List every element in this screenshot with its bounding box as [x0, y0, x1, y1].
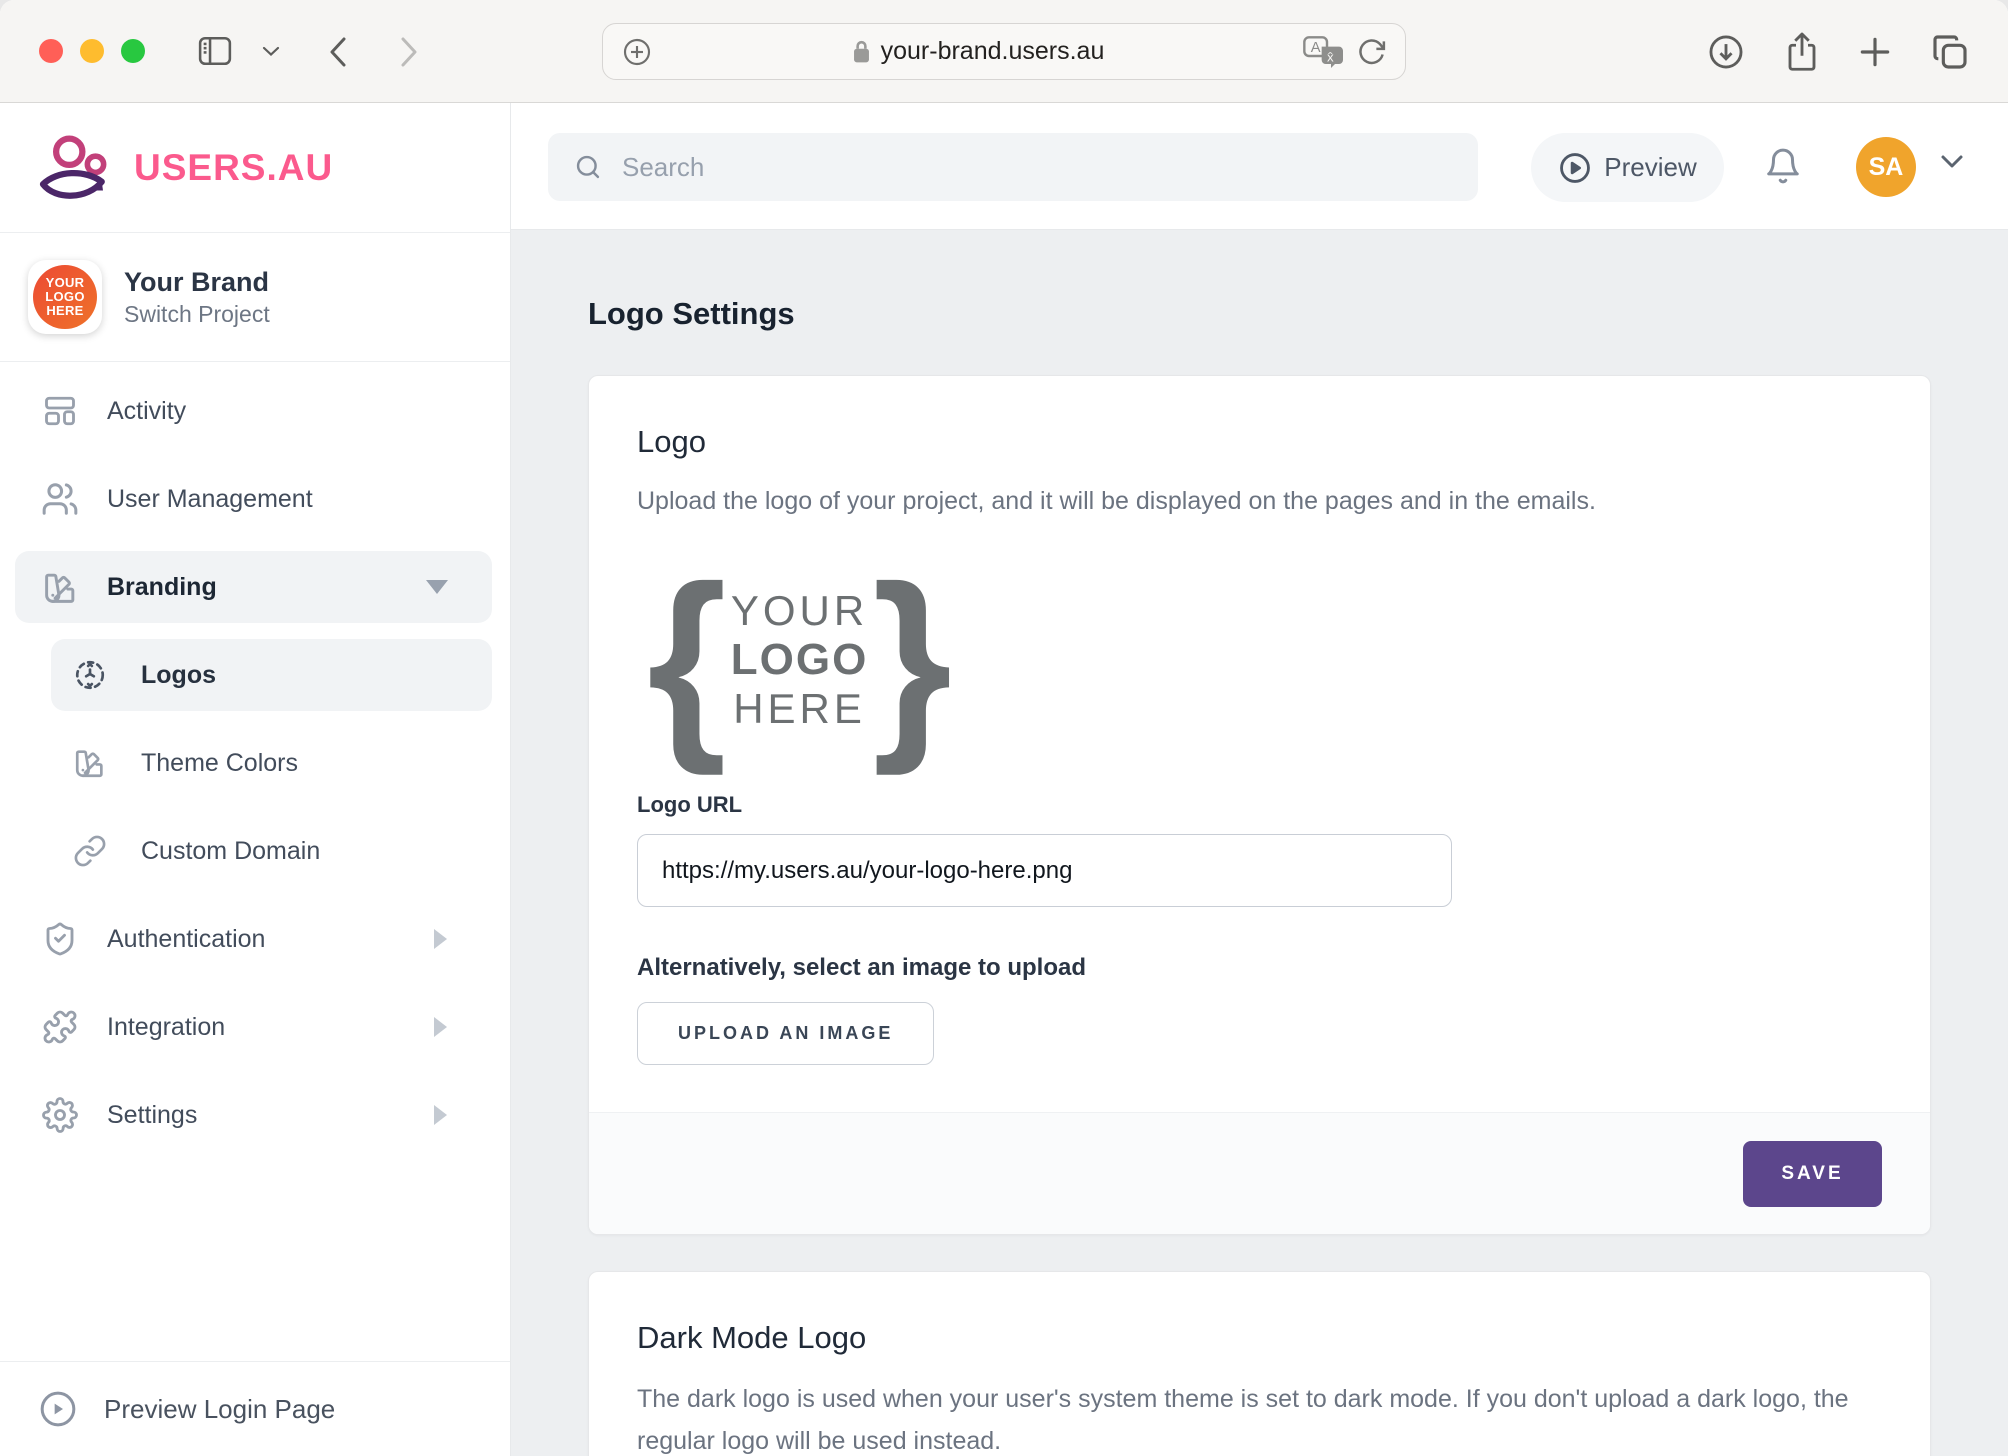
new-tab-icon[interactable] [1856, 33, 1894, 71]
plus-page-icon[interactable] [621, 36, 653, 68]
avatar[interactable]: SA [1856, 137, 1916, 197]
project-logo-badge: YOUR LOGO HERE [28, 260, 102, 334]
project-switcher[interactable]: YOUR LOGO HERE Your Brand Switch Project [0, 233, 510, 362]
search-input[interactable] [620, 151, 1452, 184]
puzzle-icon [38, 1009, 82, 1045]
back-button[interactable] [327, 35, 349, 69]
logo-card-title: Logo [637, 424, 1882, 460]
sidebar-item-theme-colors[interactable]: Theme Colors [51, 727, 492, 799]
sidebar-item-label: Activity [107, 397, 186, 426]
main-area: Preview SA Logo Settings [511, 103, 2008, 1456]
dark-mode-logo-card: Dark Mode Logo The dark logo is used whe… [588, 1271, 1931, 1456]
sidebar-item-authentication[interactable]: Authentication [15, 903, 492, 975]
logo-url-input[interactable] [637, 834, 1452, 907]
browser-chrome: your-brand.users.au A x̂ [0, 0, 2008, 103]
placeholder-line: YOUR [731, 587, 868, 635]
url-text[interactable]: your-brand.users.au [881, 37, 1105, 66]
logo-settings-card: Logo Upload the logo of your project, an… [588, 375, 1931, 1235]
swatches-icon [38, 569, 82, 606]
placeholder-line: LOGO [731, 635, 869, 685]
app-root: USERS.AU YOUR LOGO HERE Your Brand Switc… [0, 103, 2008, 1456]
sidebar-item-logos[interactable]: Logos [51, 639, 492, 711]
close-window-button[interactable] [39, 39, 63, 63]
sidebar-item-label: Branding [107, 573, 217, 602]
downloads-icon[interactable] [1707, 33, 1745, 71]
lock-icon [852, 39, 871, 64]
brace-left: { [647, 583, 727, 736]
badge-line: LOGO [45, 290, 84, 304]
sidebar-item-settings[interactable]: Settings [15, 1079, 492, 1151]
translate-icon[interactable]: A x̂ [1303, 36, 1343, 68]
logo-card-footer: SAVE [589, 1112, 1930, 1234]
page-title: Logo Settings [588, 295, 1931, 333]
dark-card-title: Dark Mode Logo [637, 1320, 1882, 1356]
sidebar-item-label: Integration [107, 1013, 225, 1042]
notifications-bell-icon[interactable] [1764, 147, 1802, 185]
switch-project-link[interactable]: Switch Project [124, 299, 270, 329]
svg-text:x̂: x̂ [1327, 49, 1334, 64]
brand-logo-block[interactable]: USERS.AU [0, 103, 510, 233]
minimize-window-button[interactable] [80, 39, 104, 63]
swatches-icon [70, 746, 110, 780]
sidebar-item-branding[interactable]: Branding [15, 551, 492, 623]
logo-scan-icon [70, 658, 110, 692]
activity-icon [38, 393, 82, 429]
tab-overview-icon[interactable] [1930, 32, 1970, 72]
sidebar-item-label: Theme Colors [141, 749, 298, 778]
gear-icon [38, 1097, 82, 1133]
sidebar-item-label: Settings [107, 1101, 197, 1130]
save-button[interactable]: SAVE [1743, 1141, 1882, 1207]
sidebar-item-label: Authentication [107, 925, 265, 954]
users-icon [38, 480, 82, 518]
sidebar-nav: Activity User Management [0, 362, 510, 1151]
logo-url-label: Logo URL [637, 791, 1882, 818]
chevron-collapsed-icon [434, 929, 447, 949]
preview-button-label: Preview [1604, 152, 1696, 183]
content-area: Logo Settings Logo Upload the logo of yo… [511, 230, 2008, 1456]
account-chevron-down-icon[interactable] [1939, 153, 1965, 171]
logo-card-description: Upload the logo of your project, and it … [637, 482, 1882, 520]
sidebar-item-user-management[interactable]: User Management [15, 463, 492, 535]
share-icon[interactable] [1784, 30, 1820, 74]
preview-login-page-button[interactable]: Preview Login Page [0, 1361, 510, 1456]
shield-check-icon [38, 921, 82, 957]
sidebar-item-integration[interactable]: Integration [15, 991, 492, 1063]
topbar: Preview SA [511, 103, 2008, 230]
brand-wordmark: USERS.AU [134, 147, 333, 189]
zoom-window-button[interactable] [121, 39, 145, 63]
badge-line: YOUR [46, 276, 85, 290]
search-icon [574, 153, 602, 181]
sidebar-item-label: Logos [141, 661, 216, 690]
address-bar[interactable]: your-brand.users.au A x̂ [602, 23, 1406, 80]
preview-login-page-label: Preview Login Page [104, 1394, 335, 1425]
chevron-expanded-icon [426, 580, 448, 594]
upload-alt-label: Alternatively, select an image to upload [637, 953, 1882, 982]
dark-card-description: The dark logo is used when your user's s… [637, 1378, 1882, 1456]
svg-text:A: A [1311, 40, 1321, 56]
logo-preview-image: { YOUR LOGO HERE } [647, 582, 1882, 737]
sidebar-item-label: Custom Domain [141, 837, 320, 866]
sidebar-item-custom-domain[interactable]: Custom Domain [51, 815, 492, 887]
browser-window: your-brand.users.au A x̂ [0, 0, 2008, 1456]
sidebar: USERS.AU YOUR LOGO HERE Your Brand Switc… [0, 103, 511, 1456]
users-au-logo-icon [38, 133, 118, 203]
link-icon [70, 834, 110, 868]
sidebar-item-label: User Management [107, 485, 313, 514]
placeholder-line: HERE [733, 685, 866, 733]
preview-button[interactable]: Preview [1531, 133, 1724, 202]
search-box[interactable] [548, 133, 1478, 201]
sidebar-toggle-icon[interactable] [198, 36, 232, 66]
chevron-collapsed-icon [434, 1017, 447, 1037]
project-name: Your Brand [124, 265, 270, 299]
badge-line: HERE [46, 304, 83, 318]
sidebar-menu-chevron-icon[interactable] [262, 45, 280, 57]
play-circle-icon [1558, 151, 1592, 185]
chevron-collapsed-icon [434, 1105, 447, 1125]
reload-icon[interactable] [1357, 37, 1387, 67]
forward-button[interactable] [398, 35, 420, 69]
brace-right: } [872, 583, 952, 736]
sidebar-item-activity[interactable]: Activity [15, 375, 492, 447]
play-circle-icon [38, 1389, 78, 1429]
upload-image-button[interactable]: UPLOAD AN IMAGE [637, 1002, 934, 1065]
